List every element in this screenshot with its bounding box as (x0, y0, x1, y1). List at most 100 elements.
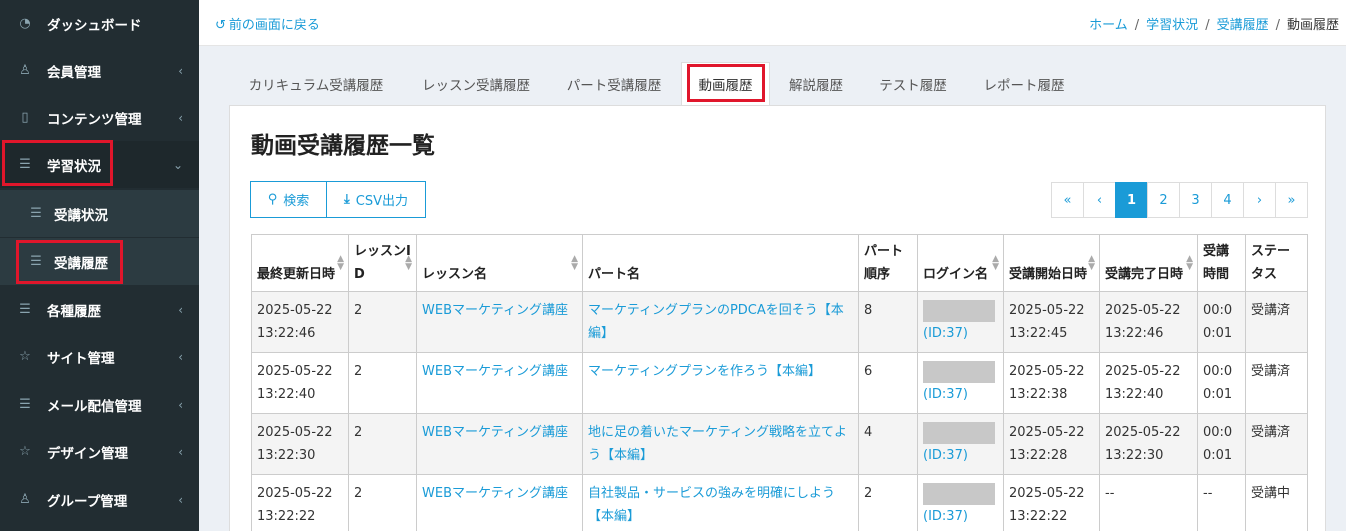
cell-status: 受講中 (1245, 474, 1308, 531)
book-icon: ▯ (21, 110, 29, 125)
col-login-name[interactable]: ログイン名 ▲ ▼ (917, 234, 1004, 292)
header-label: ステータス (1251, 244, 1291, 282)
cell-lesson-link[interactable]: WEBマーケティング講座 (416, 291, 583, 353)
col-lesson-name[interactable]: レッスン名 ▲ ▼ (416, 234, 583, 292)
dashboard-icon: ◔ (19, 16, 31, 31)
tab-commentary-history[interactable]: 解説履歴 (780, 63, 852, 105)
tab-test-history[interactable]: テスト履歴 (870, 63, 956, 105)
sidebar-item-label: サイト管理 (47, 350, 115, 367)
search-icon: ⚲ (267, 192, 278, 207)
sidebar-item-groups[interactable]: ♙ グループ管理 ‹ (0, 476, 199, 523)
sidebar-item-histories[interactable]: ☰ 各種履歴 ‹ (0, 286, 199, 333)
chevron-left-icon: ‹ (178, 302, 183, 317)
sidebar-item-label: 受講履歴 (54, 255, 108, 272)
breadcrumb-separator: / (1205, 18, 1210, 33)
sidebar-item-attendance-status[interactable]: ☰ 受講状況 (0, 190, 199, 237)
sidebar-item-label: 会員管理 (47, 64, 101, 81)
pager-last[interactable]: » (1275, 182, 1308, 218)
cell-lesson-link[interactable]: WEBマーケティング講座 (416, 352, 583, 414)
cell-part-order: 8 (858, 291, 918, 353)
login-id-link[interactable]: (ID:37) (923, 509, 968, 524)
header-label: ログイン名 (923, 267, 989, 282)
cell-part-link[interactable]: 地に足の着いたマーケティング戦略を立てよう【本編】 (582, 413, 859, 475)
cell-part-order: 4 (858, 413, 918, 475)
table-row: 2025-05-22 13:22:22 2 WEBマーケティング講座 自社製品・… (251, 474, 1308, 531)
sidebar-item-dashboard[interactable]: ◔ ダッシュボード (0, 0, 199, 47)
pager-page-3[interactable]: 3 (1179, 182, 1212, 218)
sort-icon: ▲ ▼ (571, 254, 578, 272)
sidebar-item-label: コンテンツ管理 (47, 111, 142, 128)
sidebar-item-label: グループ管理 (47, 493, 128, 510)
tab-video-history[interactable]: 動画履歴 (681, 62, 770, 106)
cell-end: 2025-05-22 13:22:30 (1099, 413, 1198, 475)
tab-curriculum-history[interactable]: カリキュラム受講履歴 (240, 63, 392, 105)
back-link[interactable]: ↺ 前の画面に戻る (215, 14, 320, 33)
history-table: 最終更新日時 ▲ ▼ レッスンID ▲ ▼ レッスン名 ▲ ▼ パート名 パート順序 ログイ… (251, 234, 1308, 531)
sort-icon: ▲ ▼ (1186, 254, 1193, 272)
cell-part-link[interactable]: マーケティングプランを作ろう【本編】 (582, 352, 859, 414)
cell-time: 00:00:01 (1197, 291, 1246, 353)
breadcrumb-attendance-history[interactable]: 受講履歴 (1217, 18, 1269, 33)
cell-login: (ID:37) (917, 352, 1004, 414)
tab-report-history[interactable]: レポート履歴 (975, 63, 1073, 105)
breadcrumb-learning-status[interactable]: 学習状況 (1146, 18, 1198, 33)
login-id-link[interactable]: (ID:37) (923, 387, 968, 402)
list-icon: ☰ (30, 206, 42, 221)
chevron-left-icon: ‹ (178, 110, 183, 125)
header-label: レッスンID (354, 244, 411, 282)
cell-lesson-id: 2 (348, 352, 417, 414)
sidebar-item-attendance-history[interactable]: ☰ 受講履歴 (0, 238, 199, 285)
sort-icon: ▲ ▼ (1088, 254, 1095, 272)
cell-lesson-id: 2 (348, 413, 417, 475)
breadcrumb: ホーム / 学習状況 / 受講履歴 / 動画履歴 (1089, 14, 1339, 33)
cell-part-link[interactable]: 自社製品・サービスの強みを明確にしよう【本編】 (582, 474, 859, 531)
col-lesson-id[interactable]: レッスンID ▲ ▼ (348, 234, 417, 292)
tab-part-history[interactable]: パート受講履歴 (558, 63, 670, 105)
sidebar-item-learning-status[interactable]: ☰ 学習状況 ⌄ (0, 141, 199, 188)
col-start[interactable]: 受講開始日時 ▲ ▼ (1003, 234, 1100, 292)
sidebar-item-site[interactable]: ☆ サイト管理 ‹ (0, 333, 199, 380)
list-icon: ☰ (30, 254, 42, 269)
table-header-row: 最終更新日時 ▲ ▼ レッスンID ▲ ▼ レッスン名 ▲ ▼ パート名 パート順序 ログイ… (251, 234, 1308, 292)
sidebar-item-contents[interactable]: ▯ コンテンツ管理 ‹ (0, 94, 199, 141)
tab-lesson-history[interactable]: レッスン受講履歴 (410, 63, 542, 105)
login-id-link[interactable]: (ID:37) (923, 326, 968, 341)
pager-page-1[interactable]: 1 (1115, 182, 1148, 218)
breadcrumb-home[interactable]: ホーム (1089, 18, 1128, 33)
header-label: 受講開始日時 (1009, 267, 1088, 282)
list-icon: ☰ (19, 157, 31, 172)
cell-lesson-link[interactable]: WEBマーケティング講座 (416, 474, 583, 531)
cell-start: 2025-05-22 13:22:45 (1003, 291, 1100, 353)
sidebar-item-label: デザイン管理 (47, 445, 128, 462)
table-row: 2025-05-22 13:22:30 2 WEBマーケティング講座 地に足の着… (251, 413, 1308, 475)
header-label: レッスン名 (422, 267, 488, 282)
csv-export-button[interactable]: ⤓ CSV出力 (326, 181, 426, 218)
search-button-label: 検索 (283, 194, 310, 209)
list-icon: ☰ (19, 302, 31, 317)
cell-start: 2025-05-22 13:22:28 (1003, 413, 1100, 475)
sidebar-item-members[interactable]: ♙ 会員管理 ‹ (0, 47, 199, 94)
header-label: 最終更新日時 (257, 267, 336, 282)
breadcrumb-separator: / (1275, 18, 1280, 33)
pager-prev[interactable]: ‹ (1083, 182, 1116, 218)
table-row: 2025-05-22 13:22:46 2 WEBマーケティング講座 マーケティ… (251, 291, 1308, 353)
cell-status: 受講済 (1245, 291, 1308, 353)
login-id-link[interactable]: (ID:37) (923, 448, 968, 463)
search-button[interactable]: ⚲ 検索 (250, 181, 327, 218)
pager-page-2[interactable]: 2 (1147, 182, 1180, 218)
pager-first[interactable]: « (1051, 182, 1084, 218)
star-icon: ☆ (19, 349, 31, 364)
sidebar-item-mail[interactable]: ☰ メール配信管理 ‹ (0, 381, 199, 428)
cell-lesson-id: 2 (348, 474, 417, 531)
pager-next[interactable]: › (1243, 182, 1276, 218)
col-updated[interactable]: 最終更新日時 ▲ ▼ (251, 234, 349, 292)
sidebar-item-design[interactable]: ☆ デザイン管理 ‹ (0, 428, 199, 475)
cell-lesson-link[interactable]: WEBマーケティング講座 (416, 413, 583, 475)
cell-end: 2025-05-22 13:22:40 (1099, 352, 1198, 414)
cell-part-link[interactable]: マーケティングプランのPDCAを回そう【本編】 (582, 291, 859, 353)
col-end[interactable]: 受講完了日時 ▲ ▼ (1099, 234, 1198, 292)
cell-updated: 2025-05-22 13:22:46 (251, 291, 349, 353)
pager-page-4[interactable]: 4 (1211, 182, 1244, 218)
cell-part-order: 2 (858, 474, 918, 531)
table-row: 2025-05-22 13:22:40 2 WEBマーケティング講座 マーケティ… (251, 352, 1308, 414)
